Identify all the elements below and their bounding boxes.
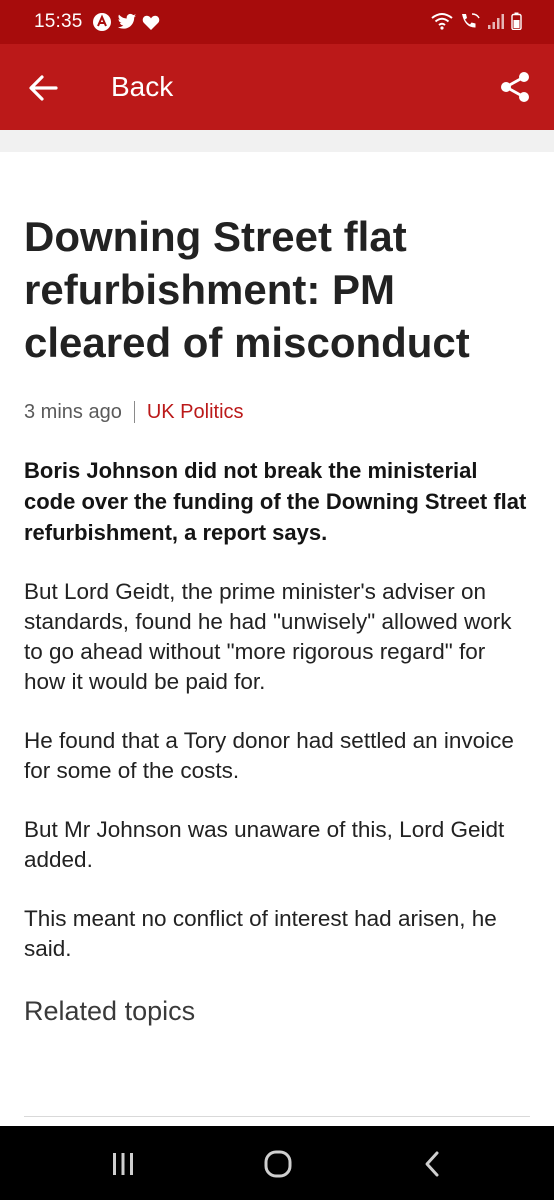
back-button[interactable]: Back <box>111 71 173 103</box>
notification-icons <box>92 12 160 32</box>
article-intro: Boris Johnson did not break the minister… <box>24 458 527 545</box>
article-meta: 3 mins ago UK Politics <box>24 399 530 425</box>
signal-icon <box>488 14 504 29</box>
system-back-icon[interactable] <box>413 1148 453 1180</box>
related-topics-divider <box>24 1116 530 1117</box>
app-notification-icon <box>93 13 111 31</box>
article-headline: Downing Street flat refurbishment: PM cl… <box>24 213 470 366</box>
app-bar: Back <box>0 44 554 130</box>
system-navigation-bar <box>0 1126 554 1200</box>
twitter-icon <box>117 13 137 29</box>
article-paragraph: But Mr Johnson was unaware of this, Lord… <box>24 817 505 872</box>
related-topics-heading: Related topics <box>24 996 196 1026</box>
meta-separator <box>133 401 135 423</box>
home-icon[interactable] <box>258 1148 298 1180</box>
status-bar: 15:35 <box>0 0 554 44</box>
wifi-calling-icon <box>462 13 480 28</box>
wifi-icon <box>431 13 453 30</box>
recent-apps-icon[interactable] <box>103 1148 143 1180</box>
topic-link[interactable]: UK Politics <box>147 399 244 425</box>
article-paragraph: He found that a Tory donor had settled a… <box>24 728 514 783</box>
article-paragraph: This meant no conflict of interest had a… <box>24 906 497 961</box>
heart-icon <box>142 15 160 30</box>
system-icons <box>431 12 522 30</box>
status-time: 15:35 <box>34 11 83 32</box>
article: Downing Street flat refurbishment: PM cl… <box>24 152 530 1028</box>
header-divider <box>0 130 554 152</box>
share-icon[interactable] <box>498 70 532 104</box>
battery-icon <box>511 12 522 30</box>
article-paragraph: But Lord Geidt, the prime minister's adv… <box>24 579 512 694</box>
arrow-left-icon[interactable] <box>26 71 60 105</box>
article-timestamp: 3 mins ago <box>24 401 122 423</box>
